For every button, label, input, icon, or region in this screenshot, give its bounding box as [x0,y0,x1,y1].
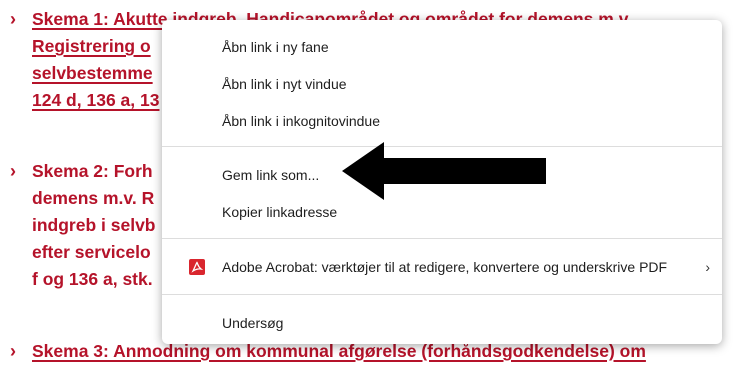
menu-separator [162,238,722,239]
annotation-arrow-icon [342,142,546,200]
chevron-right-icon: › [10,341,16,361]
text-line: f og 136 a, stk. [32,269,153,289]
text-line: indgreb i selvb [32,215,156,235]
menu-item-label: Adobe Acrobat: værktøjer til at redigere… [222,259,668,275]
text-line: demens m.v. R [32,188,155,208]
menu-separator [162,294,722,295]
menu-item-open-new-window[interactable]: Åbn link i nyt vindue [162,69,722,99]
menu-item-inspect[interactable]: Undersøg [162,308,722,338]
adobe-pdf-icon [189,259,205,275]
chevron-right-icon: › [10,9,16,29]
text-line: efter servicelo [32,242,151,262]
menu-item-open-incognito[interactable]: Åbn link i inkognitovindue [162,106,722,136]
menu-item-adobe-acrobat[interactable]: Adobe Acrobat: værktøjer til at redigere… [162,252,722,282]
menu-item-label: Kopier linkadresse [222,204,338,220]
menu-item-label: Åbn link i inkognitovindue [222,113,380,129]
menu-item-label: Åbn link i nyt vindue [222,76,347,92]
text-line: Skema 2: Forh [32,161,153,181]
menu-item-label: Gem link som... [222,167,320,183]
menu-item-label: Undersøg [222,315,284,331]
chevron-right-icon: › [705,259,710,275]
skema-2-text[interactable]: Skema 2: Forh demens m.v. R indgreb i se… [32,158,156,293]
menu-item-open-new-tab[interactable]: Åbn link i ny fane [162,32,722,62]
chevron-right-icon: › [10,161,16,181]
menu-item-label: Åbn link i ny fane [222,39,329,55]
